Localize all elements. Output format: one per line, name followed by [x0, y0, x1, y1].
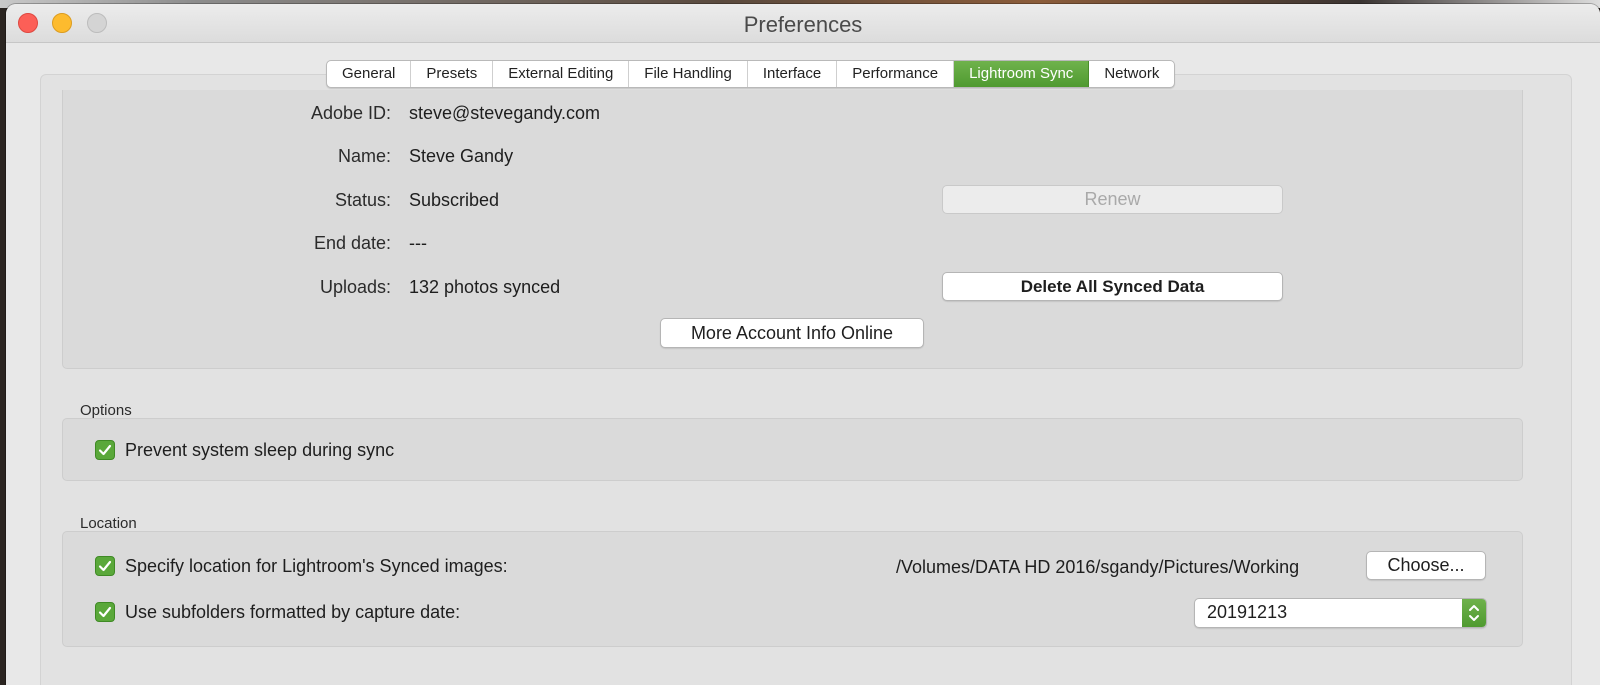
tab-lightroom-sync[interactable]: Lightroom Sync — [954, 61, 1090, 87]
checkmark-icon — [98, 606, 112, 618]
tab-interface[interactable]: Interface — [748, 61, 838, 87]
name-label: Name: — [337, 146, 391, 166]
location-panel — [62, 531, 1523, 647]
end-date-value: --- — [409, 233, 427, 253]
status-value: Subscribed — [409, 190, 500, 210]
end-date-label: End date: — [313, 233, 391, 253]
checkmark-icon — [98, 560, 112, 572]
checkmark-icon — [98, 444, 112, 456]
uploads-value: 132 photos synced — [409, 277, 561, 297]
subfolders-checkbox[interactable] — [95, 602, 115, 622]
specify-location-checkbox[interactable] — [95, 556, 115, 576]
options-section-title: Options — [80, 402, 132, 419]
prevent-sleep-label: Prevent system sleep during sync — [125, 440, 395, 460]
renew-button[interactable]: Renew — [942, 185, 1283, 214]
choose-location-button[interactable]: Choose... — [1366, 551, 1486, 580]
up-down-chevron-icon — [1469, 605, 1479, 621]
preferences-window: Preferences General Presets External Edi… — [6, 4, 1600, 685]
tab-network[interactable]: Network — [1089, 61, 1174, 87]
uploads-label: Uploads: — [319, 277, 391, 297]
date-format-value: 20191213 — [1207, 602, 1288, 622]
tab-presets[interactable]: Presets — [411, 61, 494, 87]
title-bar: Preferences — [6, 4, 1600, 43]
more-account-info-button[interactable]: More Account Info Online — [660, 318, 924, 348]
adobe-id-label: Adobe ID: — [310, 103, 391, 123]
tab-general[interactable]: General — [327, 61, 412, 87]
subfolders-label: Use subfolders formatted by capture date… — [125, 602, 461, 622]
location-section-title: Location — [80, 515, 137, 532]
tab-bar: General Presets External Editing File Ha… — [326, 60, 1176, 88]
specify-location-label: Specify location for Lightroom's Synced … — [125, 556, 508, 576]
status-label: Status: — [334, 190, 391, 210]
date-format-select[interactable]: 20191213 — [1194, 598, 1487, 628]
adobe-id-value: steve@stevegandy.com — [409, 103, 601, 123]
window-title: Preferences — [743, 12, 863, 37]
sync-location-path: /Volumes/DATA HD 2016/sgandy/Pictures/Wo… — [896, 557, 1300, 577]
tab-external-editing[interactable]: External Editing — [493, 61, 630, 87]
prevent-sleep-checkbox[interactable] — [95, 440, 115, 460]
delete-all-synced-data-button[interactable]: Delete All Synced Data — [942, 272, 1283, 301]
name-value: Steve Gandy — [409, 146, 514, 166]
tab-file-handling[interactable]: File Handling — [629, 61, 748, 87]
select-stepper — [1462, 599, 1486, 627]
tab-performance[interactable]: Performance — [837, 61, 955, 87]
